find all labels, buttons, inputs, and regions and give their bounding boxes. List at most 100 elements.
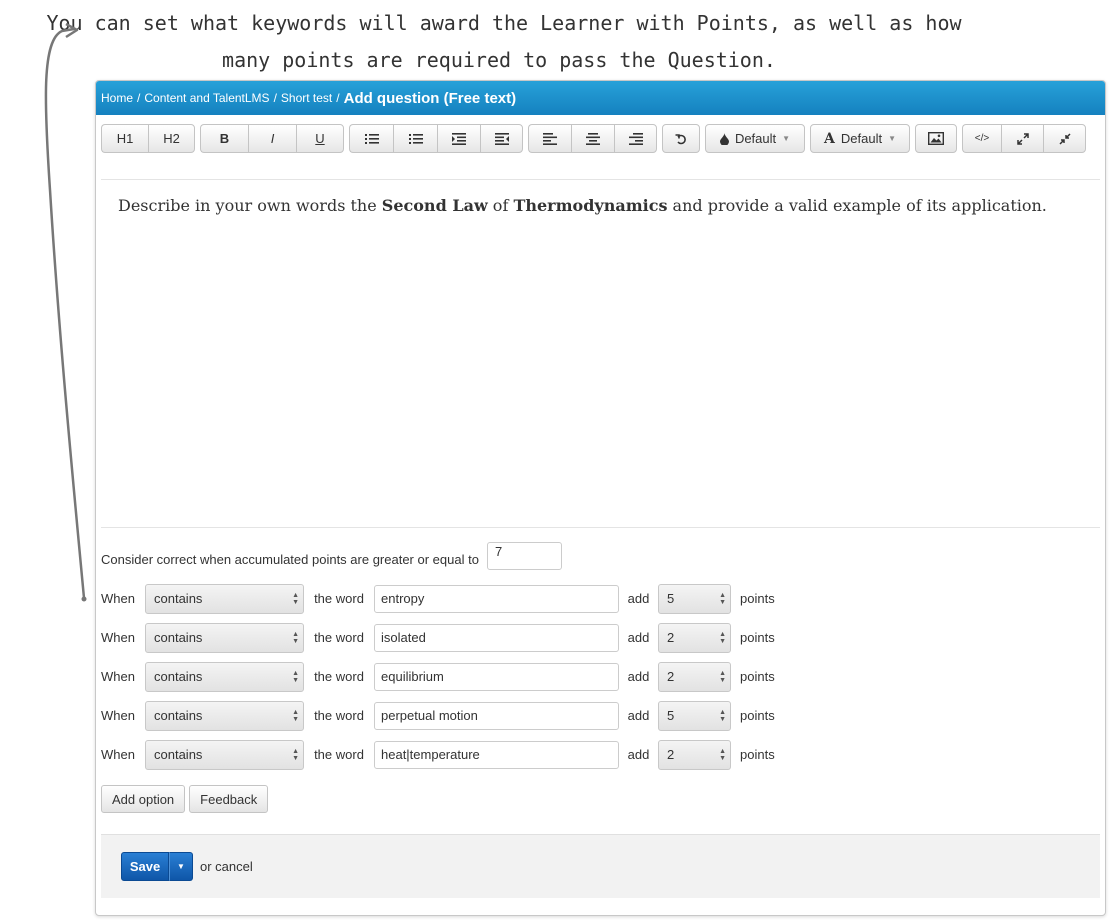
heading-group: H1 H2 [101,124,195,154]
rule-operator-value: contains [154,630,203,645]
select-arrows-icon: ▲ ▼ [292,669,299,684]
select-arrows-icon: ▲ ▼ [719,669,726,684]
italic-button[interactable]: I [248,124,296,153]
rule-the-word-label: the word [314,669,364,684]
text-color-dropdown[interactable]: Default ▼ [705,124,805,153]
question-text-editor[interactable]: Describe in your own words the Second La… [118,195,1078,217]
rule-add-label: add [627,630,650,645]
rule-the-word-label: the word [314,708,364,723]
rule-keyword-input[interactable]: isolated [374,623,619,652]
rule-operator-value: contains [154,747,203,762]
undo-icon [675,133,686,144]
keyword-rules: When contains ▲ ▼ the word entropy add 5 … [101,579,1100,774]
save-button[interactable]: Save [121,852,169,881]
select-arrows-icon: ▲ ▼ [719,708,726,723]
page-title: Add question (Free text) [343,89,517,107]
rule-operator-select[interactable]: contains ▲ ▼ [145,622,304,653]
rule-points-label: points [740,630,775,645]
rule-points-value: 2 [667,669,675,684]
compress-icon [1058,132,1071,145]
rule-points-value: 5 [667,708,675,723]
rule-keyword-input[interactable]: entropy [374,584,619,613]
bold-button[interactable]: B [200,124,248,153]
rule-points-label: points [740,669,775,684]
threshold-input[interactable] [486,542,562,570]
rule-operator-select[interactable]: contains ▲ ▼ [145,739,304,770]
source-code-button[interactable]: </> [962,124,1001,153]
rule-when-label: When [101,669,135,684]
breadcrumb-home[interactable]: Home [101,91,133,105]
breadcrumb-course[interactable]: Short test [281,91,332,105]
rule-add-label: add [627,708,650,723]
unordered-list-button[interactable] [349,124,393,153]
fullscreen-button[interactable] [1001,124,1043,153]
h1-button[interactable]: H1 [101,124,148,153]
undo-button[interactable] [662,124,700,153]
rule-points-value: 5 [667,591,675,606]
font-value: Default [840,131,883,146]
image-icon [928,132,944,145]
rule-operator-select[interactable]: contains ▲ ▼ [145,583,304,614]
editor-bottom-divider [101,527,1100,528]
ordered-list-button[interactable] [393,124,437,153]
insert-image-button[interactable] [915,124,957,153]
h2-button[interactable]: H2 [148,124,195,153]
font-dropdown[interactable]: A Default ▼ [810,124,910,153]
select-arrows-icon: ▲ ▼ [292,747,299,762]
add-option-button[interactable]: Add option [101,785,186,813]
editor-toolbar: H1 H2 B I U Default ▼ A Default ▼ </> [101,124,1100,154]
rule-operator-value: contains [154,669,203,684]
feedback-button[interactable]: Feedback [189,785,269,813]
rule-operator-value: contains [154,591,203,606]
rule-points-select[interactable]: 2 ▲ ▼ [658,739,731,770]
question-text: Describe in your own words the [118,196,382,215]
rule-operator-select[interactable]: contains ▲ ▼ [145,700,304,731]
rule-operator-value: contains [154,708,203,723]
rule-keyword-input[interactable]: heat|temperature [374,740,619,769]
save-split-button: Save ▼ [121,852,193,881]
outdent-icon [494,132,509,145]
code-icon: </> [974,133,990,144]
rich-text-editor: H1 H2 B I U Default ▼ A Default ▼ </> De… [101,124,1100,529]
breadcrumb-separator: / [336,91,340,105]
rule-points-select[interactable]: 5 ▲ ▼ [658,700,731,731]
rule-keyword-input[interactable]: equilibrium [374,662,619,691]
cancel-link[interactable]: or cancel [200,859,253,874]
list-group [349,124,523,154]
select-arrows-icon: ▲ ▼ [719,591,726,606]
rule-keyword-input[interactable]: perpetual motion [374,701,619,730]
minimize-button[interactable] [1043,124,1086,153]
align-right-button[interactable] [614,124,657,153]
annotation-callout: You can set what keywords will award the… [0,0,1118,79]
rule-operator-select[interactable]: contains ▲ ▼ [145,661,304,692]
rule-points-select[interactable]: 2 ▲ ▼ [658,622,731,653]
annotation-line-1: You can set what keywords will award the… [46,11,962,35]
rule-add-label: add [627,669,650,684]
underline-button[interactable]: U [296,124,344,153]
unordered-list-icon [364,133,379,144]
droplet-icon [719,132,729,145]
indent-button[interactable] [437,124,480,153]
select-arrows-icon: ▲ ▼ [719,630,726,645]
align-center-button[interactable] [571,124,614,153]
save-options-button[interactable]: ▼ [169,852,193,881]
rule-points-select[interactable]: 2 ▲ ▼ [658,661,731,692]
breadcrumb-category[interactable]: Content and TalentLMS [144,91,269,105]
rule-points-value: 2 [667,630,675,645]
question-text: of [487,196,514,215]
rule-row: When contains ▲ ▼ the word entropy add 5 … [101,579,1100,618]
rule-when-label: When [101,708,135,723]
font-group: A Default ▼ [810,124,910,154]
rule-points-select[interactable]: 5 ▲ ▼ [658,583,731,614]
select-arrows-icon: ▲ ▼ [292,630,299,645]
align-left-button[interactable] [528,124,571,153]
rule-add-label: add [627,591,650,606]
select-arrows-icon: ▲ ▼ [719,747,726,762]
align-right-icon [628,132,643,145]
rule-the-word-label: the word [314,591,364,606]
outdent-button[interactable] [480,124,523,153]
rule-the-word-label: the word [314,747,364,762]
rule-points-label: points [740,708,775,723]
rule-points-label: points [740,591,775,606]
chevron-down-icon: ▼ [782,134,791,143]
